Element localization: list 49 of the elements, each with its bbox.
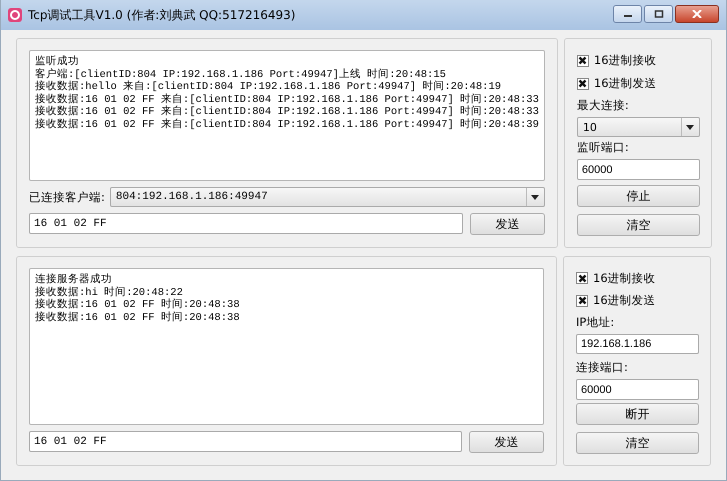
client-dropdown[interactable]: 804:192.168.1.186:49947 [110,187,545,207]
log-line: 接收数据:hi 时间:20:48:22 [35,286,184,298]
send-input[interactable]: 16 01 02 FF [29,431,462,452]
log-line: 连接服务器成功 [35,274,113,286]
maximize-icon [654,10,664,18]
action-button[interactable]: 断开 [576,403,699,425]
caret-icon [686,124,694,130]
send-button[interactable]: 发送 [470,213,545,235]
field-label: 监听端口: [576,140,630,155]
close-button[interactable] [675,5,719,23]
log-line: 接收数据:16 01 02 FF 来自:[clientID:804 IP:192.168.1.186 Port:49947] 时间:20:48:39 [35,118,539,131]
checkbox-box[interactable] [576,54,589,66]
send-button[interactable]: 发送 [469,431,544,453]
field-label: 连接端口: [576,360,629,376]
minimize-button[interactable] [613,5,642,23]
log-line: 客户端:[clientID:804 IP:192.168.1.186 Port:49947]上线 时间:20:48:15 [35,68,447,80]
app-icon [8,8,22,22]
action-button[interactable]: 清空 [576,214,700,236]
log-line: 接收数据:16 01 02 FF 时间:20:48:38 [35,312,241,324]
input-field[interactable]: 192.168.1.186 [576,334,699,354]
input-field[interactable]: 60000 [576,379,699,400]
check-cross-icon [578,56,588,65]
dropdown[interactable]: 10 [576,117,700,137]
maximize-button[interactable] [644,5,673,23]
checkbox-box[interactable] [576,272,588,284]
log-line: 接收数据:16 01 02 FF 来自:[clientID:804 IP:192.168.1.186 Port:49947] 时间:20:48:33 [35,106,539,118]
action-button[interactable]: 停止 [576,185,700,207]
log-line: 监听成功 [35,56,80,68]
caret-icon [531,194,540,200]
field-label: 最大连接: [576,98,630,113]
log-line: 接收数据:hello 来自:[clientID:804 IP:192.168.1.186 Port:49947] 时间:20:48:19 [35,81,502,93]
window-title: Tcp调试工具V1.0 (作者:刘典武 QQ:517216493) [28,6,296,24]
checkbox[interactable]: 16进制发送 [576,289,699,312]
action-button[interactable]: 清空 [576,432,699,454]
log-line: 接收数据:16 01 02 FF 时间:20:48:38 [35,299,241,311]
log-line: 接收数据:16 01 02 FF 来自:[clientID:804 IP:192.168.1.186 Port:49947] 时间:20:48:33 [35,94,539,106]
input-field[interactable]: 60000 [576,159,700,180]
checkbox[interactable]: 16进制发送 [576,72,700,95]
close-icon [692,10,702,18]
check-cross-icon [578,79,588,88]
check-cross-icon [578,296,586,306]
checkbox-box[interactable] [576,294,588,307]
send-input[interactable]: 16 01 02 FF [29,213,463,234]
checkbox[interactable]: 16进制接收 [576,267,699,290]
field-label: IP地址: [576,314,616,330]
check-cross-icon [578,274,586,283]
field-label: 已连接客户端: [29,190,105,204]
checkbox[interactable]: 16进制接收 [576,49,700,72]
checkbox-box[interactable] [576,78,589,90]
